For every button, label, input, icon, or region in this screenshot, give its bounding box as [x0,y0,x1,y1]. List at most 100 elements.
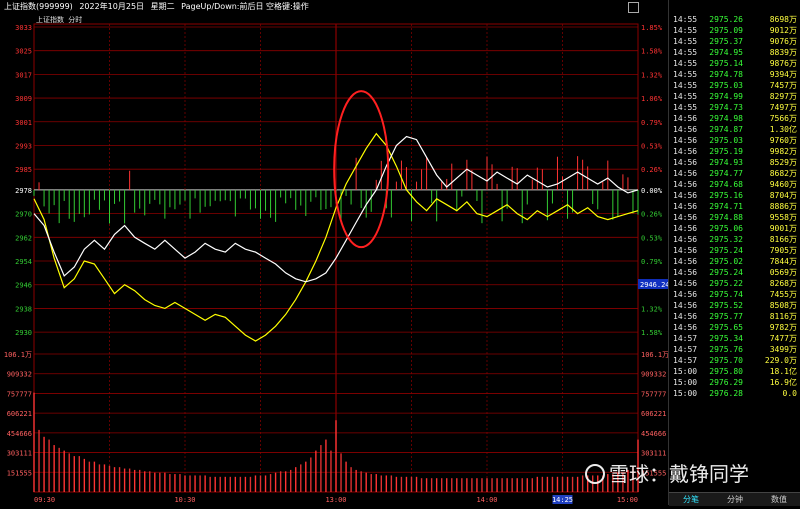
tick-time: 15:00 [673,378,698,387]
tick-row[interactable]: 14:56 2974.98 7566万 [669,113,800,124]
tick-volume: 7844万 [769,257,797,266]
tab-ticks[interactable]: 分笔 [669,493,713,506]
tick-row[interactable]: 14:56 2975.32 8166万 [669,234,800,245]
tick-volume: 9982万 [769,147,797,156]
tick-price: 2975.37 [709,37,743,46]
volume-tick-label: 606221 [7,410,32,418]
cursor-price-label: 2946.24 [640,281,668,289]
tick-volume: 8704万 [769,191,797,200]
tick-price: 2975.77 [709,312,743,321]
tick-row[interactable]: 14:56 2975.16 8704万 [669,190,800,201]
price-tick-label: 3001 [15,119,32,127]
tick-row[interactable]: 14:56 2975.52 8508万 [669,300,800,311]
tick-row[interactable]: 14:55 2975.09 9012万 [669,25,800,36]
tick-time: 14:56 [673,136,698,145]
tick-time: 14:56 [673,246,698,255]
tick-price: 2975.80 [709,367,743,376]
tick-price: 2975.02 [709,257,743,266]
volume-tick-label: 151555 [7,469,32,477]
percent-tick-label: 1.58% [641,329,663,337]
tick-row[interactable]: 14:56 2974.87 1.30亿 [669,124,800,135]
price-tick-label: 2930 [15,329,32,337]
tick-row[interactable]: 14:57 2975.76 3499万 [669,344,800,355]
percent-tick-label: 1.32% [641,71,663,79]
tick-time: 14:56 [673,191,698,200]
tick-time: 14:56 [673,290,698,299]
tick-row[interactable]: 14:56 2974.68 9460万 [669,179,800,190]
intraday-chart[interactable]: 上证指数 分时 3033 1.85% 3025 1.58% 3017 1.32% 3009 1.… [0,14,670,505]
tick-price: 2974.78 [709,70,743,79]
tick-row[interactable]: 14:56 2975.06 9001万 [669,223,800,234]
tick-row[interactable]: 14:55 2974.73 7497万 [669,102,800,113]
keyboard-hint: PageUp/Down:前后日 空格键:操作 [181,2,309,11]
tick-time: 14:55 [673,103,698,112]
tab-minutes[interactable]: 分钟 [713,493,757,506]
price-tick-label: 3009 [15,95,32,103]
tick-time: 14:55 [673,59,698,68]
tick-volume: 8886万 [769,202,797,211]
tick-row[interactable]: 14:56 2975.22 8268万 [669,278,800,289]
percent-tick-label: 0.79% [641,119,663,127]
tick-row[interactable]: 14:56 2974.77 8682万 [669,168,800,179]
percent-tick-label: 1.06% [641,95,663,103]
tick-row[interactable]: 14:57 2975.70 229.0万 [669,355,800,366]
tick-price: 2975.76 [709,345,743,354]
tick-row[interactable]: 14:55 2975.37 9076万 [669,36,800,47]
tick-row[interactable]: 14:56 2975.19 9982万 [669,146,800,157]
tick-time: 14:56 [673,169,698,178]
tick-row[interactable]: 15:00 2976.28 0.0 [669,388,800,399]
tick-row[interactable]: 14:56 2975.02 7844万 [669,256,800,267]
tick-row[interactable]: 14:56 2975.74 7455万 [669,289,800,300]
snowball-logo-icon [585,464,605,484]
tick-panel[interactable]: 14:55 2975.26 8698万 14:55 2975.09 9012万 14:55 2… [668,0,800,506]
tick-volume: 1.30亿 [769,125,797,134]
volume-tick-label-right: 303111 [641,450,666,458]
tick-row[interactable]: 15:00 2975.80 18.1亿 [669,366,800,377]
title-bar: 上证指数(999999) 2022年10月25日 星期二 PageUp/Down… [0,0,668,14]
tick-row[interactable]: 14:55 2974.78 9394万 [669,69,800,80]
price-tick-label: 2962 [15,234,32,242]
tick-row[interactable]: 14:55 2974.95 8839万 [669,47,800,58]
volume-tick-label: 909332 [7,371,32,379]
tick-time: 14:55 [673,70,698,79]
tick-row[interactable]: 14:55 2975.26 8698万 [669,14,800,25]
x-tick-label: 15:00 [617,496,638,504]
watermark: 雪球：戴铮同学 [585,458,749,487]
tick-time: 14:56 [673,158,698,167]
price-tick-label: 2970 [15,211,32,219]
tick-row[interactable]: 14:56 2975.24 0569万 [669,267,800,278]
tick-row[interactable]: 15:00 2976.29 16.9亿 [669,377,800,388]
tick-volume: 8682万 [769,169,797,178]
tick-time: 14:56 [673,180,698,189]
tick-row[interactable]: 14:56 2975.24 7905万 [669,245,800,256]
tick-price: 2974.73 [709,103,743,112]
chart-svg[interactable]: 上证指数 分时 3033 1.85% 3025 1.58% 3017 1.32% 3009 1.… [0,14,670,505]
tick-time: 14:56 [673,257,698,266]
percent-tick-label: 0.26% [641,166,663,174]
tick-time: 14:55 [673,92,698,101]
tick-price: 2975.09 [709,26,743,35]
tick-volume: 8166万 [769,235,797,244]
tick-row[interactable]: 14:57 2975.34 7477万 [669,333,800,344]
tick-row[interactable]: 14:55 2975.14 9876万 [669,58,800,69]
tick-volume: 18.1亿 [769,367,797,376]
tick-price: 2975.32 [709,235,743,244]
tick-volume: 7455万 [769,290,797,299]
tick-price: 2974.77 [709,169,743,178]
settings-icon[interactable] [628,2,639,13]
tick-row[interactable]: 14:56 2974.88 9558万 [669,212,800,223]
tick-row[interactable]: 14:55 2975.03 7457万 [669,80,800,91]
percent-tick-label: 1.58% [641,48,663,56]
tick-price: 2974.93 [709,158,743,167]
tick-volume: 8698万 [769,15,797,24]
price-tick-label: 2993 [15,142,32,150]
tick-row[interactable]: 14:56 2974.93 8529万 [669,157,800,168]
tick-row[interactable]: 14:55 2974.99 8297万 [669,91,800,102]
tick-row[interactable]: 14:56 2975.77 8116万 [669,311,800,322]
tab-values[interactable]: 数值 [757,493,800,506]
tick-row[interactable]: 14:56 2974.71 8886万 [669,201,800,212]
tick-volume: 9760万 [769,136,797,145]
tick-row[interactable]: 14:56 2975.65 9782万 [669,322,800,333]
tick-time: 14:56 [673,114,698,123]
tick-row[interactable]: 14:56 2975.03 9760万 [669,135,800,146]
